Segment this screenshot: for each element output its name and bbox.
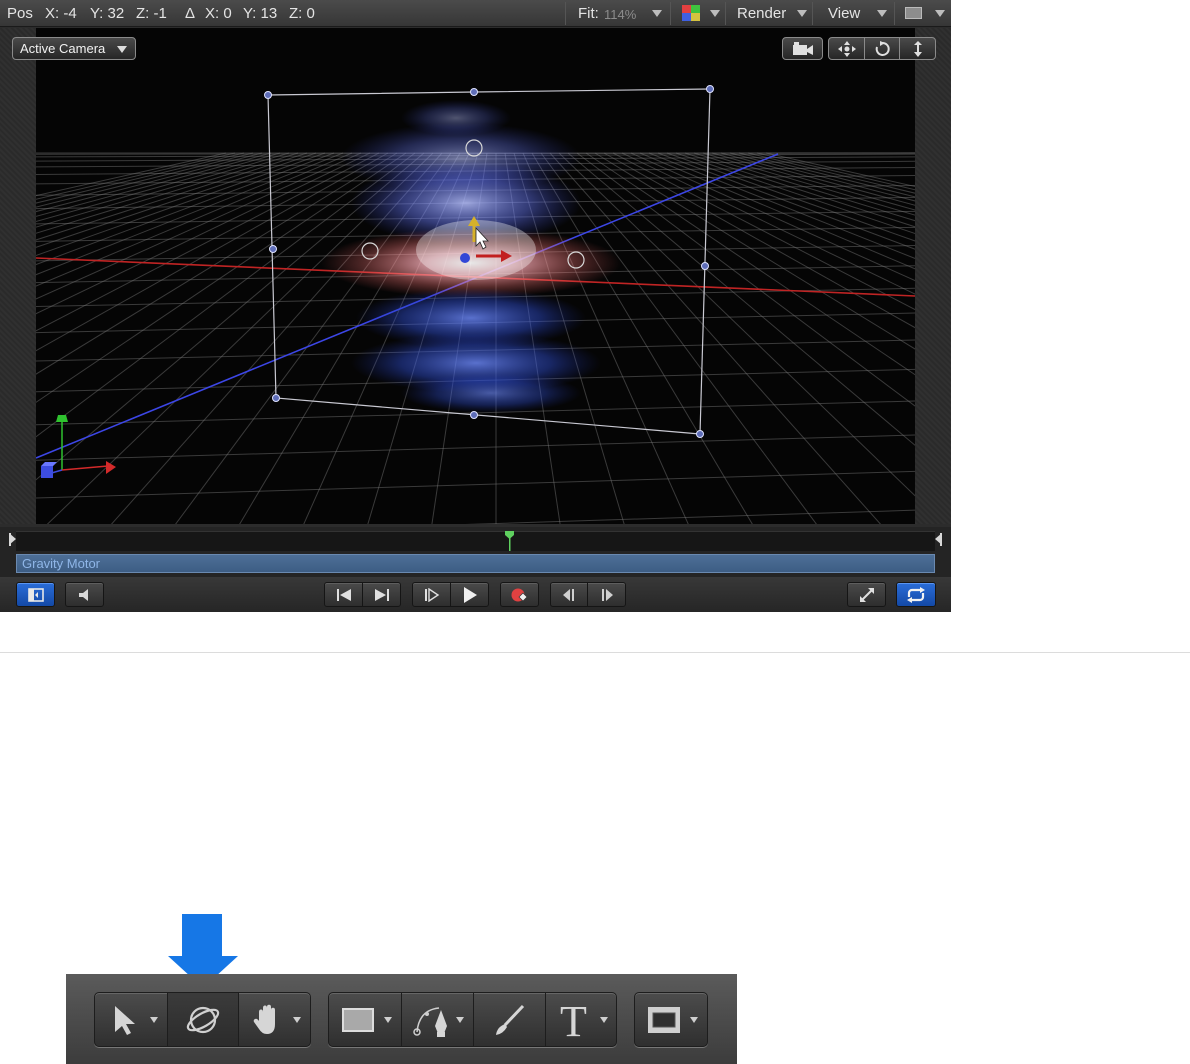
mini-timeline: Gravity Motor <box>0 527 951 577</box>
dolly-button[interactable] <box>899 37 936 60</box>
paint-stroke-tool[interactable] <box>473 993 545 1046</box>
pos-y-readout: Y: 32 <box>90 5 125 22</box>
transform-tools-group <box>94 992 311 1047</box>
pan-tool[interactable] <box>238 993 310 1046</box>
show-hide-panels-button[interactable] <box>16 582 55 607</box>
next-frame-icon <box>601 588 613 601</box>
go-to-start-button[interactable] <box>324 582 363 607</box>
render-menu-label: Render <box>737 5 787 22</box>
bezier-tool[interactable] <box>401 993 473 1046</box>
viewport-scene <box>36 85 915 524</box>
canvas-status-bar: Pos X: -4 Y: 32 Z: -1 Δ X: 0 Y: 13 Z: 0 … <box>0 0 951 27</box>
record-button[interactable] <box>500 582 539 607</box>
chevron-down-icon <box>710 10 720 17</box>
chevron-down-icon <box>690 1017 698 1023</box>
pos-label: Pos <box>7 5 33 22</box>
chevron-down-icon <box>117 46 127 53</box>
section-divider <box>0 652 1190 653</box>
skip-to-end-icon <box>374 588 389 601</box>
3d-transform-tool[interactable] <box>167 993 238 1046</box>
timeline-object-label: Gravity Motor <box>22 556 101 571</box>
view-layout-menu[interactable] <box>895 0 951 27</box>
next-frame-button[interactable] <box>587 582 626 607</box>
camera-icon <box>792 41 813 55</box>
chevron-down-icon <box>293 1017 301 1023</box>
timeline-object-bar[interactable]: Gravity Motor <box>16 554 935 573</box>
3d-viewport[interactable] <box>36 28 915 524</box>
text-tool[interactable]: T <box>545 993 617 1046</box>
expand-icon <box>859 587 874 602</box>
chevron-down-icon <box>797 10 807 17</box>
fullscreen-button[interactable] <box>847 582 886 607</box>
orbit-pan-button[interactable] <box>828 37 865 60</box>
chevron-down-icon <box>935 10 945 17</box>
go-to-end-button[interactable] <box>362 582 401 607</box>
mask-tools-group <box>634 992 708 1047</box>
active-camera-label: Active Camera <box>20 41 106 56</box>
skip-to-start-icon <box>336 588 351 601</box>
play-icon <box>463 586 477 603</box>
chevron-down-icon <box>384 1017 392 1023</box>
delta-label: Δ <box>185 5 196 22</box>
fit-label: Fit: <box>578 5 599 22</box>
time-ruler[interactable] <box>16 531 935 551</box>
rectangle-tool[interactable] <box>329 993 401 1046</box>
canvas-window: Pos X: -4 Y: 32 Z: -1 Δ X: 0 Y: 13 Z: 0 … <box>0 0 951 612</box>
loop-playback-button[interactable] <box>896 582 936 607</box>
select-transform-icon <box>115 1005 135 1035</box>
view-layout-icon <box>905 7 922 19</box>
pos-x-readout: X: -4 <box>45 5 77 22</box>
delta-x-readout: X: 0 <box>205 5 232 22</box>
select-transform-tool[interactable] <box>95 993 167 1046</box>
record-icon <box>511 588 527 601</box>
3d-transform-icon <box>186 1006 220 1033</box>
bezier-pen-icon <box>412 1006 447 1037</box>
channels-menu[interactable] <box>671 0 725 27</box>
previous-frame-button[interactable] <box>550 582 588 607</box>
pos-z-readout: Z: -1 <box>136 5 167 22</box>
delta-z-readout: Z: 0 <box>289 5 315 22</box>
previous-frame-icon <box>563 588 574 601</box>
audio-button[interactable] <box>65 582 104 607</box>
active-camera-menu[interactable]: Active Camera <box>12 37 136 60</box>
particle-cloud <box>321 100 621 413</box>
canvas-left-margin <box>0 28 36 524</box>
canvas-right-margin <box>915 28 951 524</box>
rectangle-shape-icon <box>342 1007 374 1032</box>
pan-arrows-icon <box>837 40 856 57</box>
fit-zoom-value: 114% <box>604 7 637 22</box>
orbit-button[interactable] <box>864 37 900 60</box>
svg-text:T: T <box>560 1000 587 1040</box>
chevron-down-icon <box>877 10 887 17</box>
text-icon: T <box>560 1000 587 1040</box>
play-from-start-icon <box>424 587 439 602</box>
playhead[interactable] <box>505 531 514 556</box>
camera-button[interactable] <box>782 37 823 60</box>
orbit-icon <box>875 40 890 56</box>
pan-hand-icon <box>253 1004 275 1034</box>
dolly-icon <box>913 40 922 57</box>
fit-zoom-menu[interactable]: Fit: 114% <box>566 0 670 27</box>
canvas-toolbar: T <box>66 974 737 1064</box>
mask-rectangle-icon <box>648 1006 680 1033</box>
render-menu[interactable]: Render <box>726 0 812 27</box>
chevron-down-icon <box>150 1017 158 1023</box>
speaker-icon <box>78 588 88 601</box>
chevron-down-icon <box>600 1017 608 1023</box>
delta-y-readout: Y: 13 <box>243 5 278 22</box>
paint-stroke-icon <box>495 1004 524 1035</box>
playhead-icon <box>505 531 514 551</box>
rectangle-mask-tool[interactable] <box>635 993 707 1046</box>
shape-tools-group: T <box>328 992 617 1047</box>
chevron-down-icon <box>456 1017 464 1023</box>
view-menu[interactable]: View <box>813 0 894 27</box>
panel-toggle-icon <box>27 587 44 602</box>
color-channels-icon <box>682 5 700 21</box>
loop-icon <box>907 586 925 603</box>
transport-controls <box>0 577 951 612</box>
play-from-start-button[interactable] <box>412 582 451 607</box>
view-menu-label: View <box>828 5 861 22</box>
play-button[interactable] <box>450 582 489 607</box>
chevron-down-icon <box>652 10 662 17</box>
